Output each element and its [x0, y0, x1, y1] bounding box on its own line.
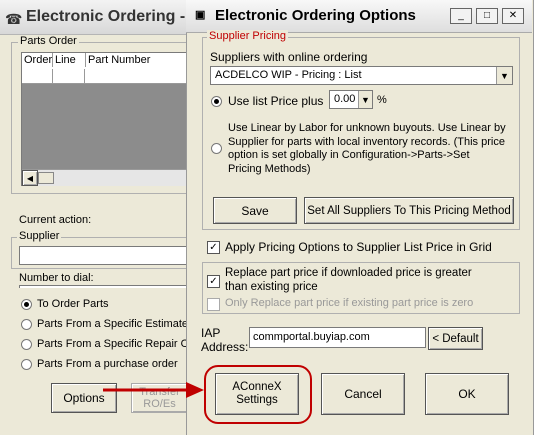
- replace-price-checkbox[interactable]: ✓: [207, 275, 220, 288]
- radio-from-estimate[interactable]: [21, 319, 32, 330]
- set-all-suppliers-button[interactable]: Set All Suppliers To This Pricing Method: [304, 197, 514, 224]
- arrow-icon: [103, 382, 204, 398]
- parts-order-label: Parts Order: [18, 35, 79, 47]
- radio-label-from-purchase-order: Parts From a purchase order: [37, 358, 178, 370]
- supplier-pricing-label: Supplier Pricing: [207, 30, 289, 42]
- supplier-label: Supplier: [17, 230, 62, 242]
- minimize-icon[interactable]: _: [450, 8, 472, 24]
- radio-from-purchase-order[interactable]: [21, 359, 32, 370]
- radio-to-order-parts[interactable]: [21, 299, 32, 310]
- radio-label-to-order-parts: To Order Parts: [37, 298, 109, 310]
- scroll-left-icon[interactable]: ◀: [22, 170, 38, 186]
- iap-address-value: commportal.buyiap.com: [253, 331, 370, 343]
- ok-button[interactable]: OK: [425, 373, 509, 415]
- grid-empty-row[interactable]: [22, 69, 192, 84]
- supplier-dropdown[interactable]: ACDELCO WIP - Pricing : List ▼: [210, 66, 513, 85]
- suppliers-label: Suppliers with online ordering: [210, 50, 368, 64]
- background-window-title: Electronic Ordering - R: [26, 8, 202, 25]
- save-button[interactable]: Save: [213, 197, 297, 224]
- radio-label-from-repair-order: Parts From a Specific Repair Or: [37, 338, 193, 350]
- maximize-icon[interactable]: □: [476, 8, 498, 24]
- cancel-button[interactable]: Cancel: [321, 373, 405, 415]
- parts-grid[interactable]: Order Line Part Number ◀: [21, 52, 193, 186]
- close-icon[interactable]: ✕: [502, 8, 524, 24]
- iap-label-line2: Address:: [201, 340, 249, 354]
- replace-price-label-line2: than existing price: [225, 281, 318, 293]
- list-price-percent-value: 0.00: [334, 93, 356, 105]
- radio-use-list-price[interactable]: [211, 96, 222, 107]
- parts-grid-header: Order Line Part Number: [22, 53, 192, 70]
- grid-divider: [52, 69, 53, 83]
- replace-price-label-line1: Replace part price if downloaded price i…: [225, 267, 472, 279]
- default-button[interactable]: < Default: [428, 327, 483, 350]
- background-title-bar: ☎ Electronic Ordering - R: [0, 0, 201, 35]
- column-header-line[interactable]: Line: [53, 53, 86, 67]
- supplier-field[interactable]: [19, 246, 193, 265]
- grid-divider: [84, 69, 85, 83]
- horizontal-scrollbar[interactable]: ◀: [22, 169, 192, 186]
- use-list-price-label: Use list Price plus: [228, 94, 324, 108]
- only-replace-label: Only Replace part price if existing part…: [225, 297, 474, 309]
- current-action-label: Current action:: [19, 214, 92, 226]
- highlight-circle: [204, 365, 312, 424]
- scroll-thumb[interactable]: [38, 172, 54, 184]
- apply-pricing-label: Apply Pricing Options to Supplier List P…: [225, 240, 492, 254]
- window-menu-icon[interactable]: ▣: [195, 8, 205, 21]
- number-to-dial-label: Number to dial:: [19, 272, 94, 284]
- radio-label-from-estimate: Parts From a Specific Estimate: [37, 318, 188, 330]
- dialog-title-bar: ▣ Electronic Ordering Options _ □ ✕: [186, 0, 532, 33]
- iap-address-input[interactable]: commportal.buyiap.com: [249, 327, 426, 348]
- chevron-down-icon[interactable]: ▼: [358, 91, 372, 108]
- phone-icon: ☎: [5, 11, 23, 27]
- radio-from-repair-order[interactable]: [21, 339, 32, 350]
- percent-label: %: [377, 94, 387, 106]
- number-to-dial-field[interactable]: [19, 285, 193, 288]
- dialog-title: Electronic Ordering Options: [215, 7, 416, 24]
- chevron-down-icon[interactable]: ▼: [496, 67, 512, 84]
- iap-label-line1: IAP: [201, 326, 221, 340]
- column-header-part-number[interactable]: Part Number: [86, 53, 192, 67]
- only-replace-checkbox[interactable]: [207, 298, 220, 311]
- apply-pricing-checkbox[interactable]: ✓: [207, 241, 220, 254]
- linear-option-text: Use Linear by Labor for unknown buyouts.…: [228, 122, 506, 175]
- column-header-order[interactable]: Order: [22, 53, 53, 67]
- supplier-dropdown-value: ACDELCO WIP - Pricing : List: [215, 69, 362, 81]
- grid-empty-area: [22, 84, 192, 169]
- radio-use-linear[interactable]: [211, 143, 222, 154]
- list-price-percent-dropdown[interactable]: 0.00 ▼: [329, 90, 373, 109]
